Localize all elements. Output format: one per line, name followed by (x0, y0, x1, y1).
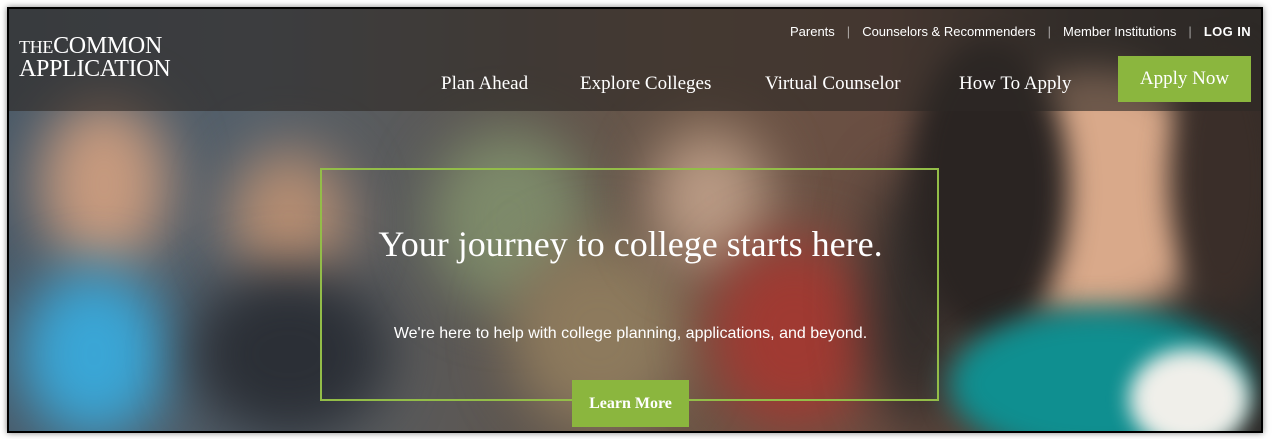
nav-plan-ahead[interactable]: Plan Ahead (441, 73, 528, 95)
utility-divider: | (1047, 24, 1051, 39)
site-header: THECOMMON APPLICATION Parents | Counselo… (9, 9, 1261, 111)
utility-link-counselors[interactable]: Counselors & Recommenders (862, 24, 1035, 39)
nav-explore-colleges[interactable]: Explore Colleges (580, 73, 711, 95)
main-nav: Plan Ahead Explore Colleges Virtual Coun… (9, 73, 1261, 103)
utility-divider: | (1188, 24, 1192, 39)
login-link[interactable]: LOG IN (1204, 24, 1251, 39)
utility-link-parents[interactable]: Parents (790, 24, 835, 39)
nav-how-to-apply[interactable]: How To Apply (959, 73, 1071, 95)
hero-headline: Your journey to college starts here. (378, 224, 883, 264)
hero-banner: THECOMMON APPLICATION Parents | Counselo… (9, 9, 1261, 431)
apply-now-button[interactable]: Apply Now (1118, 56, 1251, 102)
nav-virtual-counselor[interactable]: Virtual Counselor (765, 73, 901, 95)
logo-the: THE (19, 37, 54, 57)
utility-divider: | (846, 24, 851, 39)
learn-more-button[interactable]: Learn More (572, 380, 689, 427)
utility-link-member-institutions[interactable]: Member Institutions (1063, 24, 1176, 39)
hero-subtext: We're here to help with college planning… (393, 325, 868, 342)
utility-nav: Parents | Counselors & Recommenders | Me… (790, 24, 1251, 39)
hero-callout-frame (320, 168, 939, 401)
